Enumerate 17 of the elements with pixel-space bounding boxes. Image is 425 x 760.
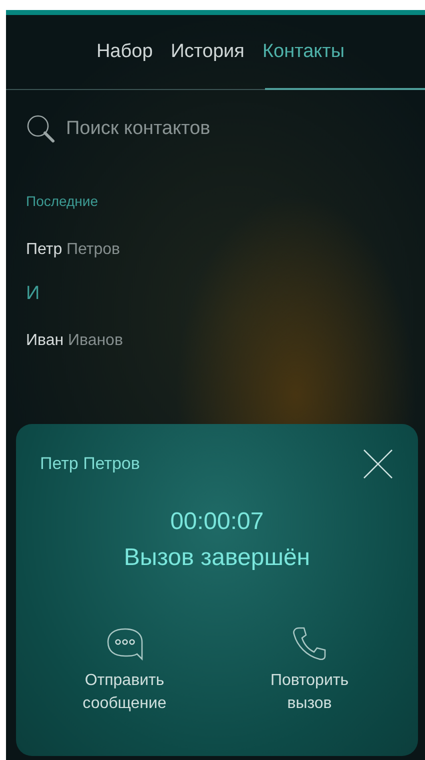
section-header: И [26, 282, 41, 306]
call-duration: 00:00:07 [170, 508, 264, 535]
tab[interactable]: История [168, 38, 246, 66]
send-message-button[interactable]: Отправить сообщение [40, 625, 210, 716]
contact-name[interactable]: Иван Иванов [26, 328, 405, 352]
caller-name: Петр Петров [40, 453, 140, 476]
chat-bubble-icon [104, 626, 144, 662]
call-again-button[interactable]: Повторить вызов [224, 625, 394, 716]
search-icon [26, 114, 56, 144]
close-button[interactable] [362, 448, 394, 480]
search-field[interactable]: Поиск контактов [66, 114, 316, 144]
phone-icon [290, 626, 328, 662]
tab[interactable]: Контакты [260, 38, 347, 66]
contact-name[interactable]: Петр Петров [26, 238, 405, 262]
tab[interactable]: Набор [94, 38, 155, 66]
call-status: Вызов завершён [124, 544, 310, 571]
section-header: Последние [26, 192, 100, 211]
